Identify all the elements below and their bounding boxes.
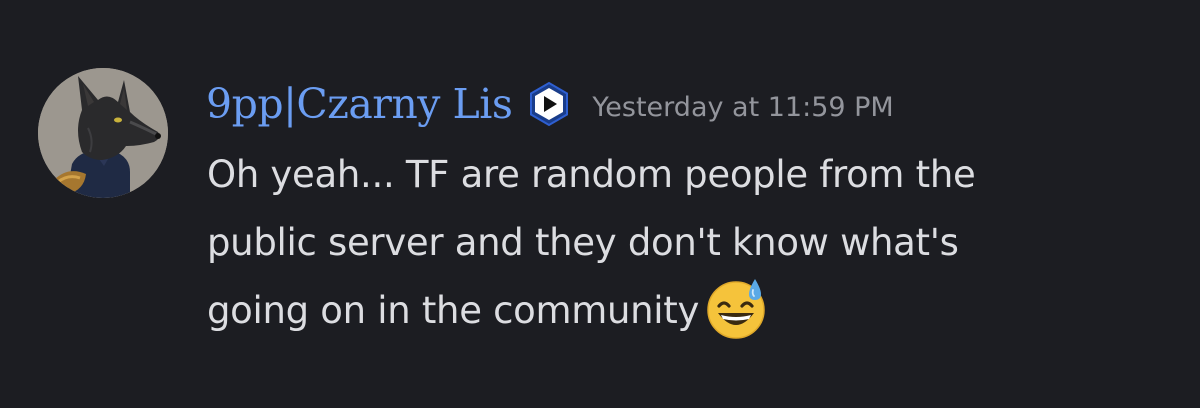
message-content: Oh yeah... TF are random people from the… (207, 141, 1167, 345)
message-header: 9pp|Czarny Lis Yesterday at 11:59 PM (206, 74, 894, 134)
message-line: public server and they don't know what's (207, 221, 959, 264)
sweat-smile-icon (703, 275, 769, 341)
fox-avatar-icon (38, 68, 168, 198)
username[interactable]: 9pp|Czarny Lis (206, 80, 513, 128)
play-badge-icon (526, 81, 572, 127)
message-line: Oh yeah... TF are random people from the (207, 153, 976, 196)
message-timestamp[interactable]: Yesterday at 11:59 PM (592, 92, 893, 123)
chat-message: 9pp|Czarny Lis Yesterday at 11:59 PM Oh … (0, 0, 1200, 408)
message-line-text: going on in the community (207, 289, 700, 332)
user-avatar[interactable] (38, 68, 168, 198)
message-line-last: going on in the community (207, 277, 1167, 345)
